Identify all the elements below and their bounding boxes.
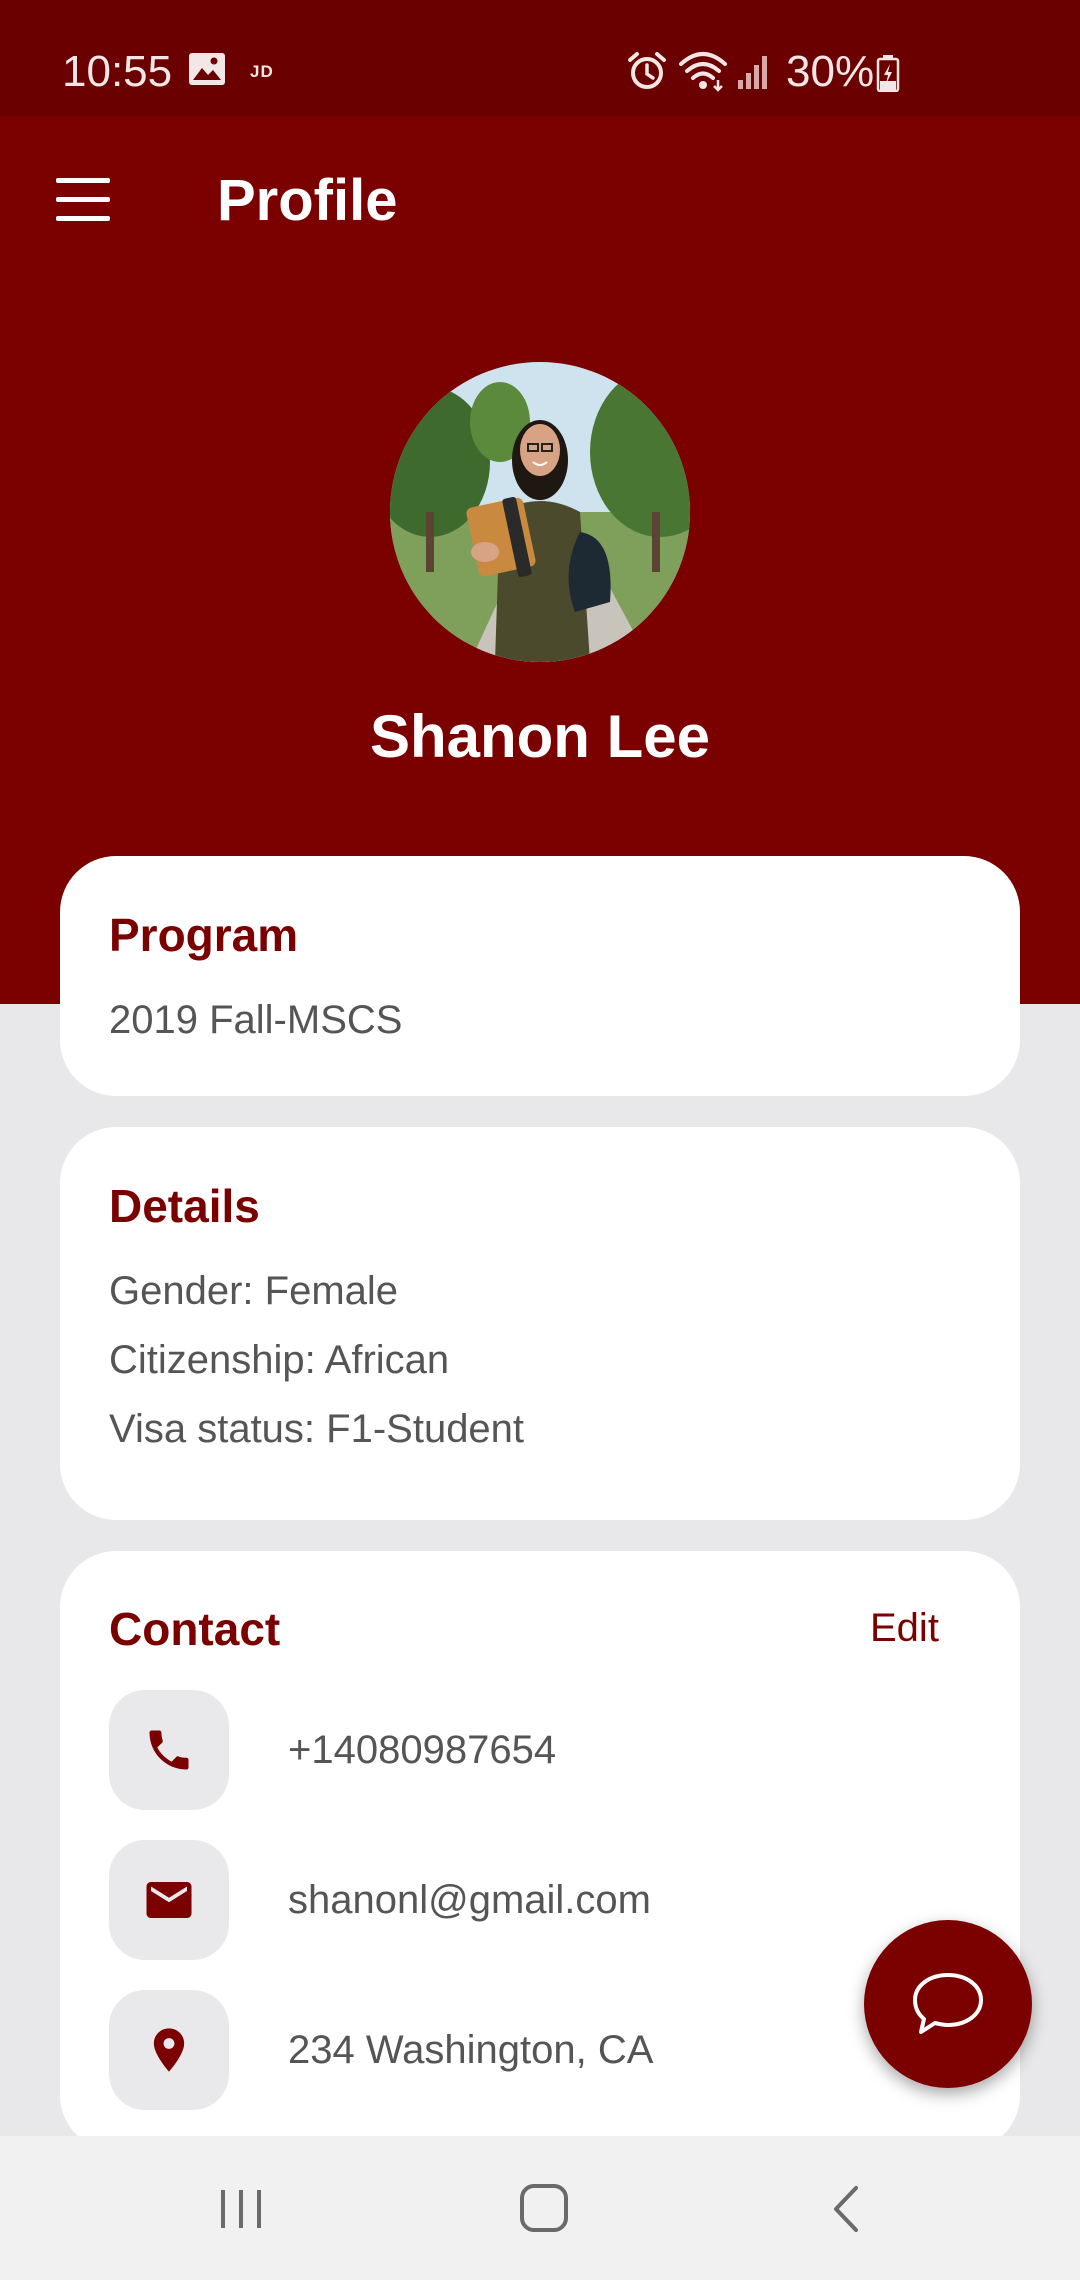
location-pin-icon	[153, 2028, 185, 2072]
phone-icon	[149, 1730, 189, 1770]
contact-address[interactable]: 234 Washington, CA	[288, 2025, 653, 2075]
profile-avatar[interactable]	[390, 362, 690, 662]
signal-icon	[738, 56, 767, 89]
home-icon[interactable]	[516, 2180, 572, 2236]
status-bar: 10:55 JD 30%	[0, 0, 1080, 116]
profile-photo	[390, 362, 690, 662]
status-time: 10:55	[62, 47, 173, 96]
contact-phone[interactable]: +14080987654	[288, 1725, 556, 1775]
chat-fab-button[interactable]	[864, 1920, 1032, 2088]
detail-visa-status: Visa status: F1-Student	[109, 1407, 525, 1451]
email-icon	[146, 1882, 192, 1918]
battery-icon	[876, 55, 900, 92]
program-card: Program 2019 Fall-MSCS	[60, 856, 1020, 1096]
wifi-icon	[679, 52, 727, 92]
recents-icon[interactable]	[213, 2184, 269, 2234]
hamburger-menu-icon[interactable]	[52, 176, 114, 224]
program-title: Program	[109, 909, 299, 961]
email-icon-button[interactable]	[109, 1840, 229, 1960]
jd-icon: JD	[250, 62, 274, 81]
profile-name: Shanon Lee	[369, 703, 711, 770]
phone-icon-button[interactable]	[109, 1690, 229, 1810]
edit-contact-button[interactable]: Edit	[870, 1603, 939, 1653]
page-title: Profile	[217, 168, 398, 233]
back-icon[interactable]	[820, 2182, 876, 2236]
gallery-icon	[189, 53, 225, 85]
alarm-icon	[628, 52, 666, 89]
program-value: 2019 Fall-MSCS	[109, 998, 403, 1042]
details-title: Details	[109, 1180, 260, 1232]
chat-bubble-icon	[913, 1973, 983, 2034]
location-icon-button[interactable]	[109, 1990, 229, 2110]
contact-card: Contact Edit +14080987654 shanonl@gmail.…	[60, 1551, 1020, 2151]
contact-email[interactable]: shanonl@gmail.com	[288, 1875, 651, 1925]
detail-citizenship: Citizenship: African	[109, 1338, 450, 1382]
detail-gender: Gender: Female	[109, 1269, 399, 1313]
details-card: Details Gender: Female Citizenship: Afri…	[60, 1127, 1020, 1520]
battery-percent: 30%	[786, 47, 875, 96]
contact-title: Contact	[109, 1603, 281, 1655]
